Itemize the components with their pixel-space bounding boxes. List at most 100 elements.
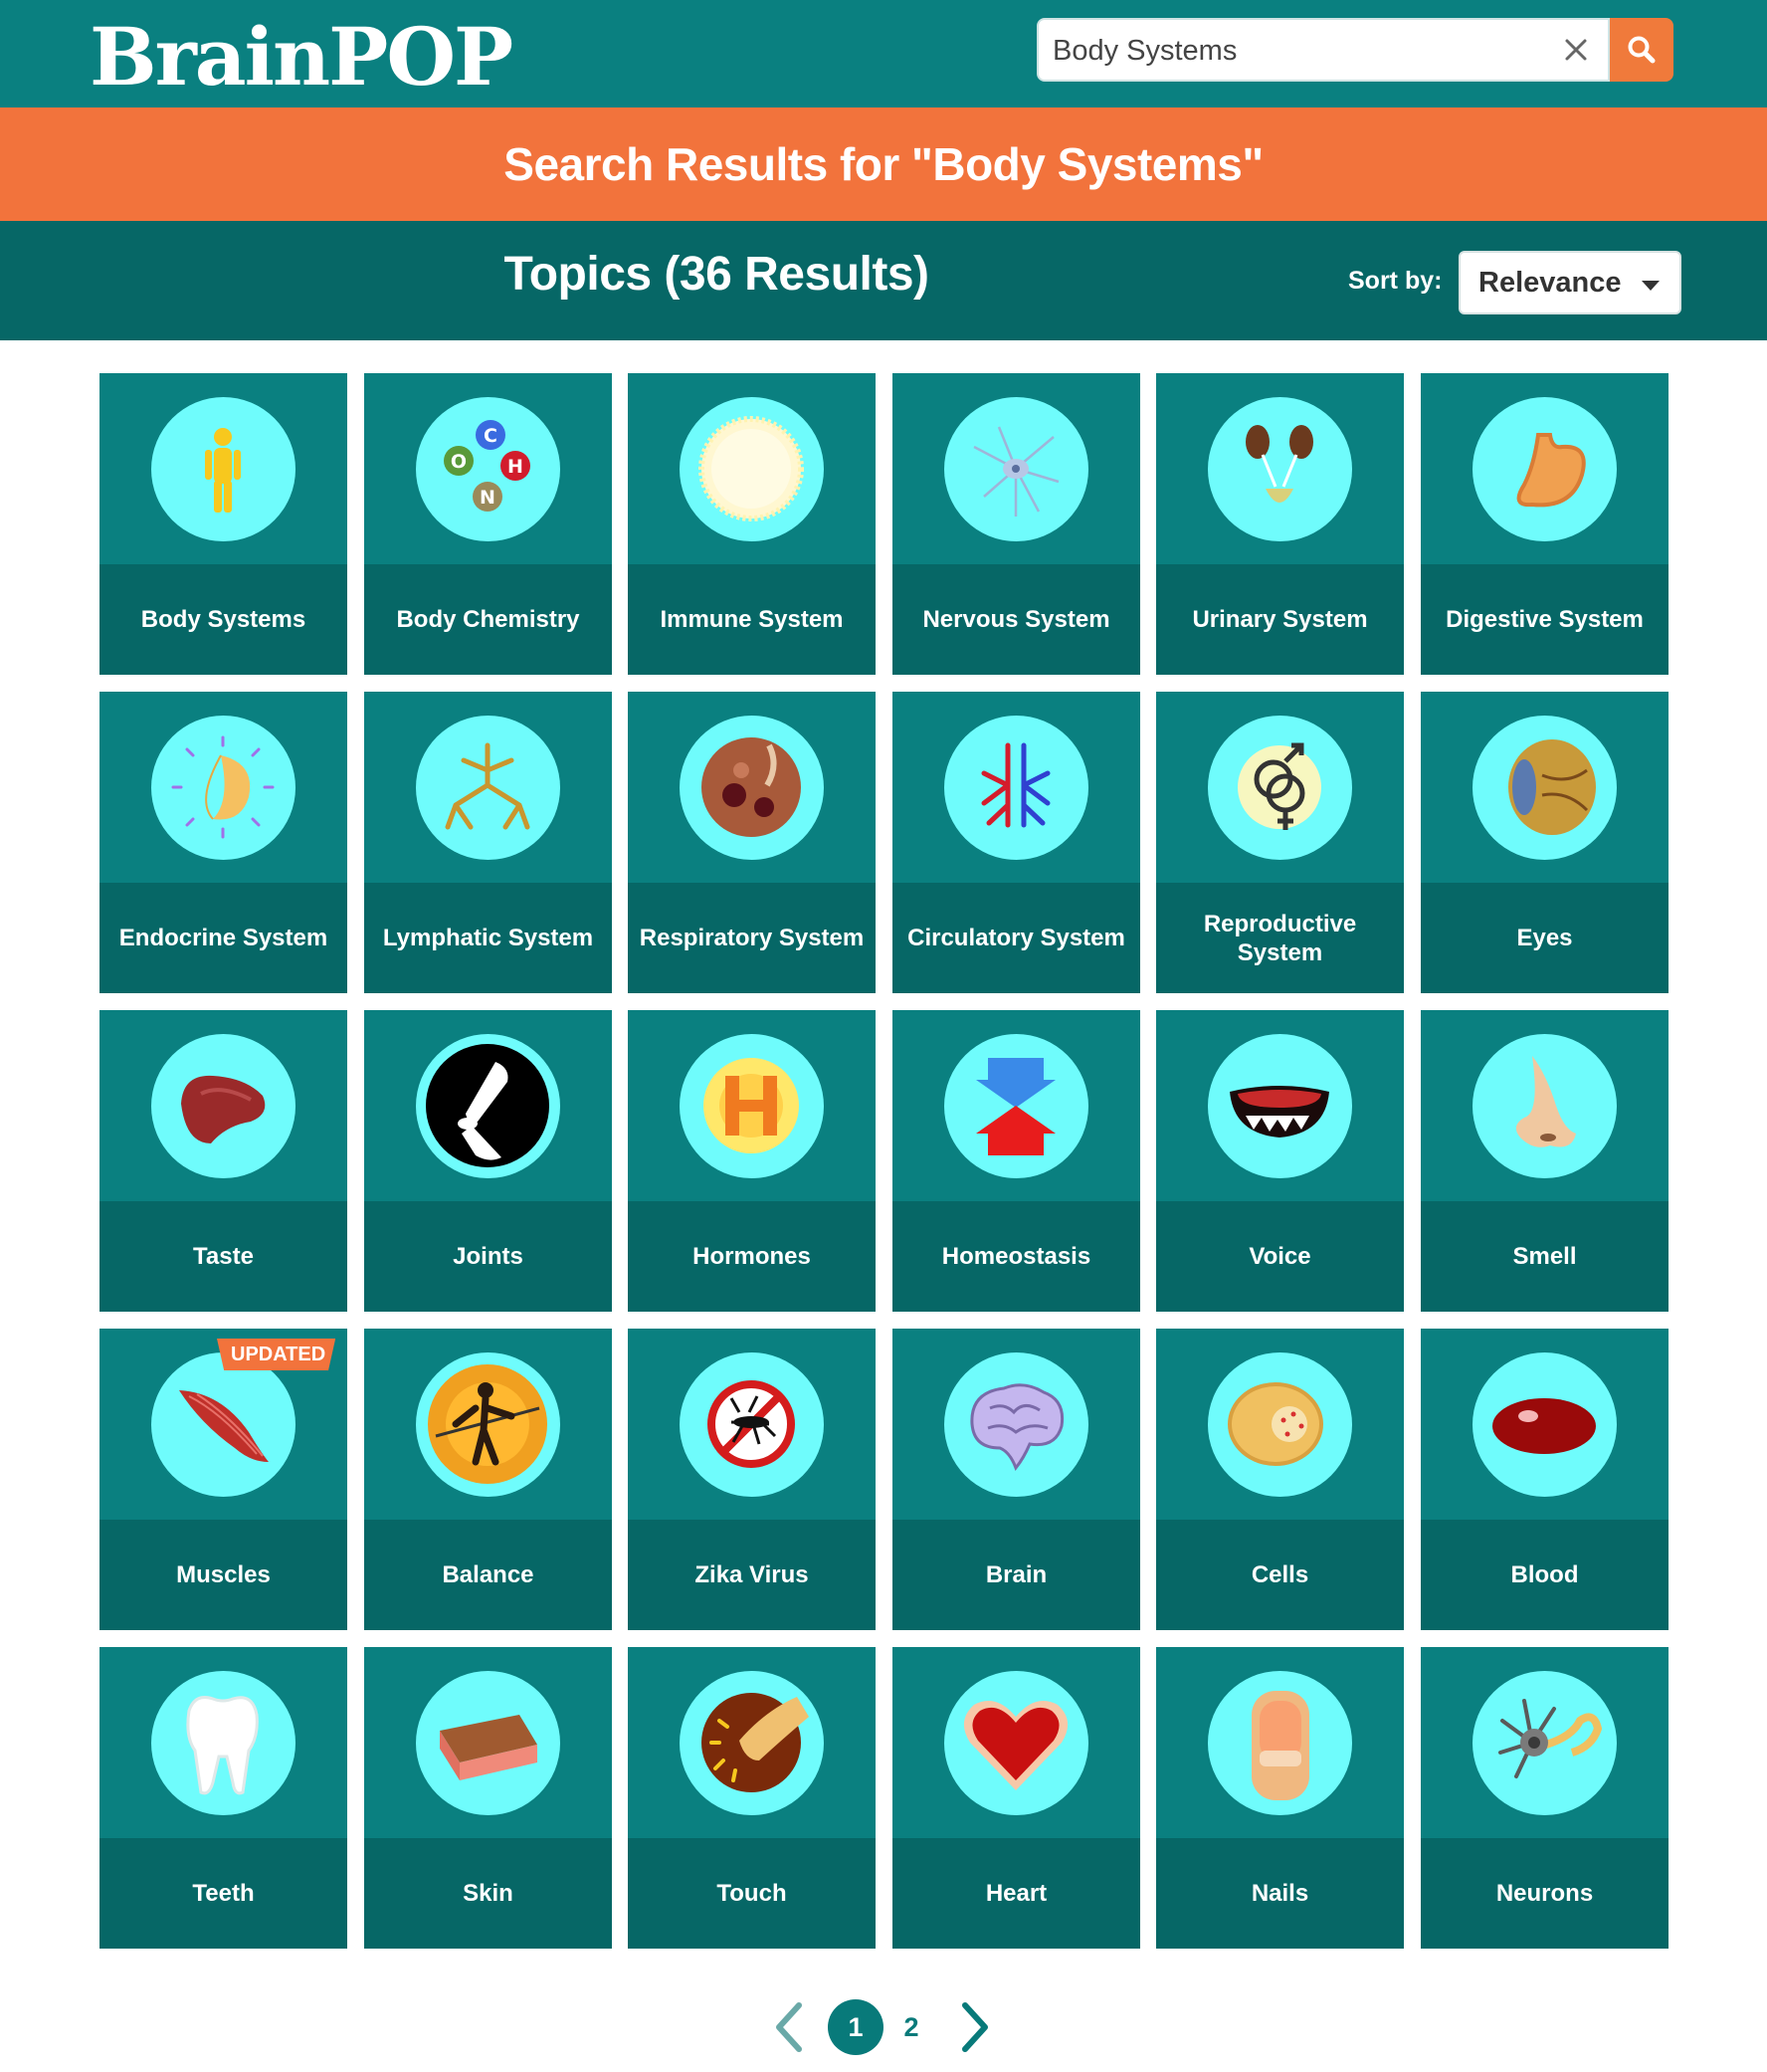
pagination: 1 2 xyxy=(0,1995,1767,2059)
tongue-icon xyxy=(151,1034,295,1178)
tile-label-area: Body Systems xyxy=(99,564,347,675)
topic-tile[interactable]: Teeth xyxy=(99,1647,347,1949)
tile-image-area xyxy=(1156,1647,1404,1838)
tile-label-area: Body Chemistry xyxy=(364,564,612,675)
topic-tile[interactable]: Joints xyxy=(364,1010,612,1312)
stomach-icon xyxy=(1472,397,1617,541)
gland-icon xyxy=(151,716,295,860)
topic-label: Muscles xyxy=(176,1561,271,1588)
alveoli-icon xyxy=(680,716,824,860)
tile-image-area: CO HN xyxy=(364,373,612,564)
chevron-left-icon[interactable] xyxy=(771,2001,805,2053)
tightrope-walker-icon xyxy=(416,1352,560,1497)
tile-image-area xyxy=(364,1010,612,1201)
topic-tile[interactable]: Circulatory System xyxy=(892,692,1140,993)
updated-badge: UPDATED xyxy=(217,1339,336,1370)
tile-label-area: Lymphatic System xyxy=(364,883,612,993)
page-1-button[interactable]: 1 xyxy=(828,1999,884,2055)
topic-tile[interactable]: Balance xyxy=(364,1329,612,1630)
topic-tile[interactable]: C O H N Body Chemistry xyxy=(364,373,612,675)
tile-image-area xyxy=(1421,373,1669,564)
page-2-button[interactable]: 2 xyxy=(891,1999,931,2055)
topic-label: Brain xyxy=(985,1561,1048,1588)
topic-label: Circulatory System xyxy=(907,925,1125,951)
brain-icon xyxy=(944,1352,1088,1497)
tile-label-area: Balance xyxy=(364,1520,612,1630)
topic-label: Body Systems xyxy=(140,606,306,633)
topic-label: Smell xyxy=(1512,1243,1577,1270)
topic-label: Balance xyxy=(442,1561,534,1588)
tile-label-area: Touch xyxy=(628,1838,876,1949)
tile-label-area: Teeth xyxy=(99,1838,347,1949)
molecule-icon: CO HN xyxy=(416,397,560,541)
tile-image-area xyxy=(1156,1010,1404,1201)
tile-label-area: Blood xyxy=(1421,1520,1669,1630)
search-box xyxy=(1037,18,1610,82)
topic-tile[interactable]: Touch xyxy=(628,1647,876,1949)
topic-tile[interactable]: Lymphatic System xyxy=(364,692,612,993)
chevron-right-icon[interactable] xyxy=(959,2001,993,2053)
topic-tile[interactable]: Nervous System xyxy=(892,373,1140,675)
topic-tile[interactable]: Eyes xyxy=(1421,692,1669,993)
tile-label-area: Voice xyxy=(1156,1201,1404,1312)
topic-tile[interactable]: Urinary System xyxy=(1156,373,1404,675)
topic-tile[interactable]: Homeostasis xyxy=(892,1010,1140,1312)
topic-tile[interactable]: Endocrine System xyxy=(99,692,347,993)
neuron-cell-icon xyxy=(944,397,1088,541)
joint-bones-icon xyxy=(416,1034,560,1178)
logo[interactable]: BrainPOP xyxy=(90,12,513,102)
no-mosquito-icon xyxy=(680,1352,824,1497)
topic-tile[interactable]: Cells xyxy=(1156,1329,1404,1630)
tile-label-area: Endocrine System xyxy=(99,883,347,993)
tile-image-area xyxy=(1421,1647,1669,1838)
topic-label: Nervous System xyxy=(922,606,1110,633)
tile-label-area: Skin xyxy=(364,1838,612,1949)
topic-label: Touch xyxy=(716,1880,787,1907)
tooth-icon xyxy=(151,1671,295,1815)
blood-vessels-icon xyxy=(944,716,1088,860)
white-blood-cell-icon xyxy=(680,397,824,541)
tile-image-area xyxy=(892,1010,1140,1201)
search-button[interactable] xyxy=(1610,18,1673,82)
red-blood-cell-icon xyxy=(1472,1352,1617,1497)
topic-tile[interactable]: Neurons xyxy=(1421,1647,1669,1949)
topic-tile[interactable]: Reproductive System xyxy=(1156,692,1404,993)
topic-label: Heart xyxy=(985,1880,1048,1907)
topic-label: Voice xyxy=(1249,1243,1311,1270)
topic-tile[interactable]: Blood xyxy=(1421,1329,1669,1630)
topic-tile[interactable]: Heart xyxy=(892,1647,1140,1949)
tile-image-area: UPDATED xyxy=(99,1329,347,1520)
topic-tile[interactable]: Zika Virus xyxy=(628,1329,876,1630)
topic-tile[interactable]: Hormones xyxy=(628,1010,876,1312)
topic-tile[interactable]: Immune System xyxy=(628,373,876,675)
topic-tile[interactable]: Voice xyxy=(1156,1010,1404,1312)
fingertip-icon xyxy=(680,1671,824,1815)
topic-tile[interactable]: Nails xyxy=(1156,1647,1404,1949)
tile-image-area xyxy=(99,1647,347,1838)
sort-value: Relevance xyxy=(1478,267,1622,299)
topic-label: Homeostasis xyxy=(941,1243,1091,1270)
topic-label: Neurons xyxy=(1495,1880,1594,1907)
topic-tile[interactable]: Respiratory System xyxy=(628,692,876,993)
sort-dropdown[interactable]: Relevance xyxy=(1459,251,1681,314)
tile-label-area: Urinary System xyxy=(1156,564,1404,675)
topic-tile[interactable]: Taste xyxy=(99,1010,347,1312)
tile-label-area: Digestive System xyxy=(1421,564,1669,675)
topic-label: Nails xyxy=(1251,1880,1309,1907)
tile-label-area: Circulatory System xyxy=(892,883,1140,993)
topic-tile[interactable]: Smell xyxy=(1421,1010,1669,1312)
topic-tile[interactable]: Brain xyxy=(892,1329,1140,1630)
close-icon[interactable] xyxy=(1560,34,1592,66)
topic-tile[interactable]: Skin xyxy=(364,1647,612,1949)
tile-label-area: Neurons xyxy=(1421,1838,1669,1949)
lymph-vessels-icon xyxy=(416,716,560,860)
skin-layer-icon xyxy=(416,1671,560,1815)
topic-label: Reproductive System xyxy=(1203,910,1357,966)
tile-label-area: Nervous System xyxy=(892,564,1140,675)
tile-label-area: Cells xyxy=(1156,1520,1404,1630)
topic-tile[interactable]: UPDATED Muscles xyxy=(99,1329,347,1630)
topic-tile[interactable]: Digestive System xyxy=(1421,373,1669,675)
svg-text:H: H xyxy=(507,456,523,478)
search-input[interactable] xyxy=(1053,30,1550,72)
topic-tile[interactable]: Body Systems xyxy=(99,373,347,675)
